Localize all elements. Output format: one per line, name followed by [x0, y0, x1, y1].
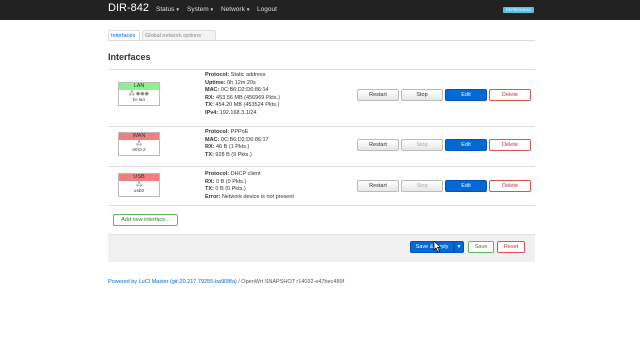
caret-down-icon: ▼	[245, 7, 251, 12]
caret-down-icon: ▼	[209, 7, 215, 12]
mouse-cursor-icon	[433, 241, 442, 253]
caret-down-icon: ▼	[175, 7, 180, 12]
interface-row-usb: USB 🖧 usb0 Protocol: DHCP client RX: 0 B…	[108, 166, 535, 206]
network-device-icons: 🖧 ◉◉◉	[128, 91, 150, 97]
info-line: Uptime: 0h 12m 20s	[205, 79, 256, 86]
interface-badge-wan: WAN 🖧 eth0.2	[118, 132, 160, 156]
interface-badge-lan: LAN 🖧 ◉◉◉ br-lan	[118, 82, 160, 106]
interface-row-lan: LAN 🖧 ◉◉◉ br-lan Protocol: Static addres…	[108, 69, 535, 126]
tabs-divider	[108, 40, 535, 41]
brand-title[interactable]: DIR-842	[108, 2, 149, 14]
save-apply-dropdown-icon[interactable]: ▼	[454, 241, 464, 253]
info-line: Protocol: DHCP client	[205, 171, 261, 177]
edit-button[interactable]: Edit	[445, 89, 487, 101]
save-apply-button[interactable]: Save & Apply	[410, 241, 454, 253]
nav-logout[interactable]: Logout	[257, 6, 277, 13]
nav-status[interactable]: Status▼	[156, 6, 180, 13]
network-port-icon: 🖧	[136, 182, 142, 188]
interface-info: Protocol: PPPoE MAC: 0C:B6:D2:D6:86:17 R…	[205, 129, 269, 159]
footer-version: / OpenWrt SNAPSHOT r14032-e47bec489f	[236, 279, 345, 285]
interface-device: br-lan	[132, 98, 146, 103]
stop-button[interactable]: Stop	[401, 89, 443, 101]
info-line: Protocol: PPPoE	[205, 129, 249, 135]
interface-name: USB	[119, 174, 159, 181]
nav-system[interactable]: System▼	[187, 6, 214, 13]
refreshing-badge[interactable]: REFRESHING	[503, 7, 534, 13]
info-line: RX: 46 B (1 Pkts.)	[205, 144, 250, 150]
info-line: RX: 0 B (0 Pkts.)	[205, 178, 247, 185]
interface-info: Protocol: DHCP client RX: 0 B (0 Pkts.) …	[205, 171, 294, 201]
add-interface-button[interactable]: Add new interface...	[113, 214, 178, 226]
restart-button[interactable]: Restart	[357, 139, 399, 151]
interface-device: usb0	[133, 189, 145, 194]
edit-button[interactable]: Edit	[445, 180, 487, 192]
info-line: IPv4: 192.168.3.1/24	[205, 109, 257, 116]
interface-name: WAN	[119, 133, 159, 140]
interface-info: Protocol: Static address Uptime: 0h 12m …	[205, 72, 280, 117]
delete-button[interactable]: Delete	[489, 139, 531, 151]
info-line: MAC: 0C:B6:D2:D6:86:17	[205, 136, 269, 143]
footer-text: Powered by LuCI Master (git-20.217.79255…	[108, 279, 344, 285]
info-line: MAC: 0C:B6:D2:D6:86:14	[205, 87, 269, 93]
interface-row-wan: WAN 🖧 eth0.2 Protocol: PPPoE MAC: 0C:B6:…	[108, 126, 535, 166]
edit-button[interactable]: Edit	[445, 139, 487, 151]
reset-button[interactable]: Reset	[497, 241, 525, 253]
stop-button[interactable]: Stop	[401, 180, 443, 192]
info-line: RX: 453.56 MB (456969 Pkts.)	[205, 94, 280, 101]
section-title: Interfaces	[108, 52, 151, 62]
info-line: TX: 0 B (0 Pkts.)	[205, 186, 246, 192]
top-navbar: DIR-842 Status▼ System▼ Network▼ Logout …	[0, 0, 640, 20]
luci-link[interactable]: Powered by LuCI Master (git-20.217.79255…	[108, 279, 237, 285]
info-line: TX: 454.20 MB (453524 Pkts.)	[205, 102, 280, 108]
info-line: Error: Network device is not present	[205, 193, 294, 200]
interface-badge-usb: USB 🖧 usb0	[118, 173, 160, 197]
network-port-icon: 🖧	[136, 141, 142, 147]
delete-button[interactable]: Delete	[489, 89, 531, 101]
interface-name: LAN	[119, 83, 159, 90]
delete-button[interactable]: Delete	[489, 180, 531, 192]
nav-network[interactable]: Network▼	[221, 6, 250, 13]
info-line: TX: 928 B (9 Pkts.)	[205, 151, 252, 158]
stop-button[interactable]: Stop	[401, 139, 443, 151]
save-button[interactable]: Save	[468, 241, 494, 253]
info-line: Protocol: Static address	[205, 72, 266, 78]
restart-button[interactable]: Restart	[357, 89, 399, 101]
restart-button[interactable]: Restart	[357, 180, 399, 192]
interface-device: eth0.2	[132, 148, 146, 153]
